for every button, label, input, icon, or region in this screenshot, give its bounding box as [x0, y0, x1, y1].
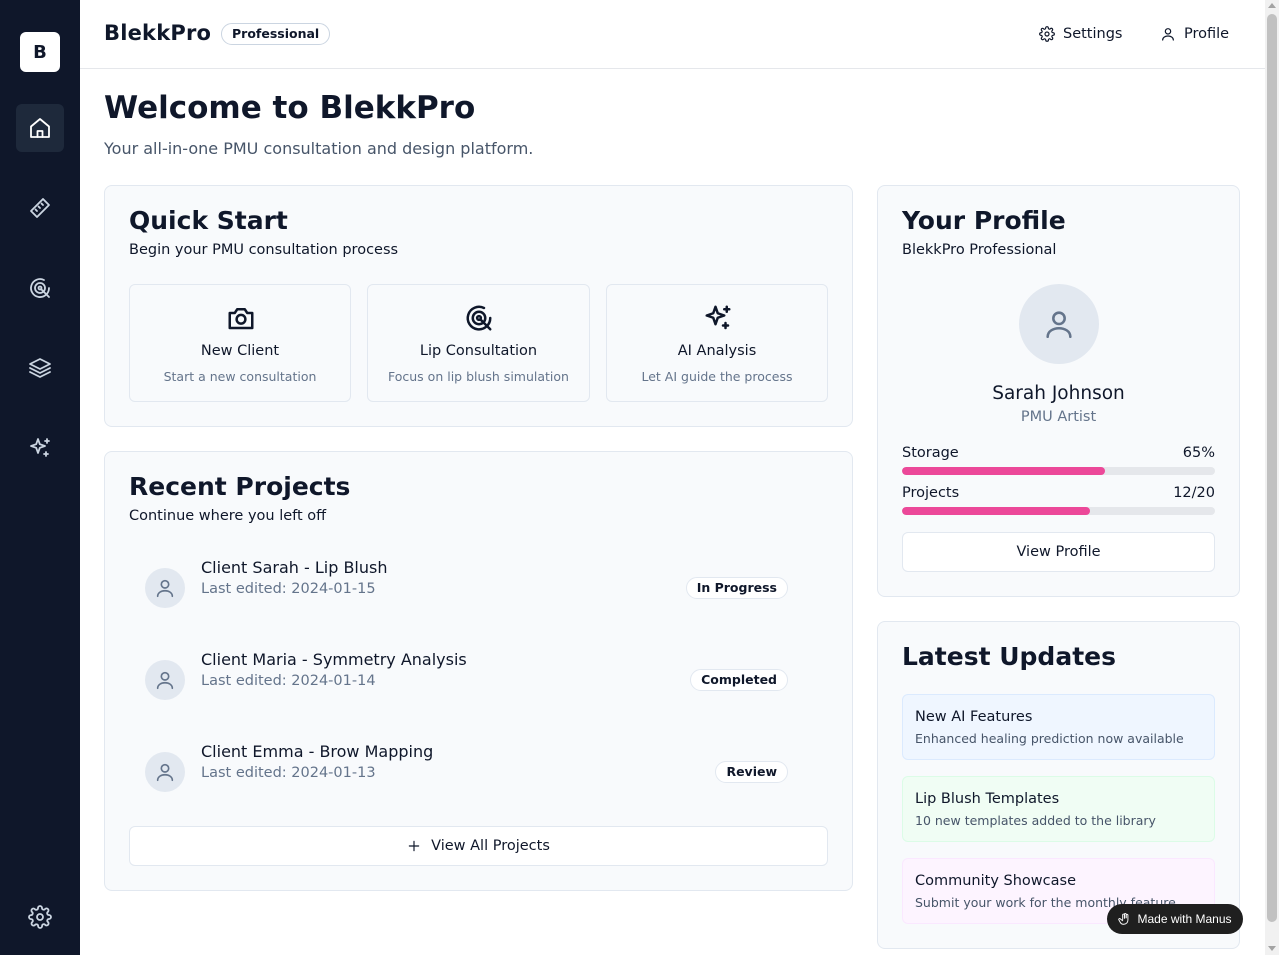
tile-label: New Client: [200, 343, 280, 359]
status-badge: Completed: [690, 669, 788, 691]
tile-description: Start a new consultation: [163, 369, 317, 384]
scroll-down-arrow[interactable]: [1268, 946, 1276, 951]
quick-start-title: Quick Start: [129, 206, 288, 235]
recent-projects-title: Recent Projects: [129, 472, 351, 501]
project-name: Client Sarah - Lip Blush: [201, 558, 388, 577]
new-client-tile[interactable]: New Client Start a new consultation: [129, 284, 351, 402]
update-title: New AI Features: [915, 709, 1033, 725]
sidebar-item-measure[interactable]: [16, 184, 64, 232]
latest-updates-title: Latest Updates: [902, 642, 1116, 671]
target-icon: [30, 278, 50, 298]
projects-value: 12/20: [1173, 485, 1215, 501]
sidebar: B: [0, 0, 80, 955]
gear-icon: [28, 905, 52, 929]
update-description: Enhanced healing prediction now availabl…: [915, 731, 1184, 746]
view-profile-button[interactable]: View Profile: [902, 532, 1215, 572]
storage-value: 65%: [1182, 445, 1215, 461]
profile-card-title: Your Profile: [902, 206, 1066, 235]
home-icon: [30, 118, 50, 138]
status-badge: Review: [715, 761, 788, 783]
profile-name: Sarah Johnson: [992, 383, 1125, 404]
update-item[interactable]: New AI Features Enhanced healing predict…: [902, 694, 1215, 760]
project-name: Client Emma - Brow Mapping: [201, 742, 434, 761]
target-icon: [466, 305, 492, 331]
gear-icon: [1039, 26, 1055, 42]
quick-start-subtitle: Begin your PMU consultation process: [129, 242, 399, 258]
profile-button[interactable]: Profile: [1160, 22, 1229, 46]
page-title: Welcome to BlekkPro: [104, 90, 476, 126]
storage-progress-bar: [902, 467, 1215, 475]
status-badge: In Progress: [685, 577, 788, 599]
recent-projects-subtitle: Continue where you left off: [129, 508, 327, 524]
projects-label: Projects: [902, 485, 960, 501]
camera-icon: [228, 308, 254, 330]
profile-card-subtitle: BlekkPro Professional: [902, 242, 1057, 258]
latest-updates-card: Latest Updates New AI Features Enhanced …: [877, 621, 1240, 949]
settings-button[interactable]: Settings: [1039, 22, 1122, 46]
page-scrollbar[interactable]: [1265, 0, 1279, 955]
project-row[interactable]: Client Sarah - Lip Blush Last edited: 20…: [121, 558, 804, 628]
profile-card: Your Profile BlekkPro Professional Sarah…: [877, 185, 1240, 597]
app-logo[interactable]: B: [20, 32, 60, 72]
project-date: Last edited: 2024-01-14: [201, 673, 376, 689]
sparkles-icon: [705, 305, 731, 330]
project-name: Client Maria - Symmetry Analysis: [201, 650, 467, 669]
avatar: [145, 568, 185, 608]
sidebar-item-home[interactable]: [16, 104, 64, 152]
sidebar-item-layers[interactable]: [16, 344, 64, 392]
project-row[interactable]: Client Emma - Brow Mapping Last edited: …: [121, 742, 804, 812]
profile-label: Profile: [1184, 26, 1230, 42]
sidebar-item-settings[interactable]: [16, 893, 64, 941]
project-row[interactable]: Client Maria - Symmetry Analysis Last ed…: [121, 650, 804, 720]
top-header: BlekkPro Professional Settings Profile: [80, 0, 1265, 69]
hand-icon: [1118, 912, 1129, 925]
quick-start-card: Quick Start Begin your PMU consultation …: [104, 185, 853, 427]
sparkles-icon: [30, 438, 50, 457]
made-with-badge[interactable]: Made with Manus: [1107, 904, 1243, 934]
ai-analysis-tile[interactable]: AI Analysis Let AI guide the process: [606, 284, 828, 402]
ruler-icon: [30, 198, 50, 218]
app-name: BlekkPro: [104, 21, 212, 45]
settings-label: Settings: [1063, 26, 1123, 42]
plus-icon: [408, 840, 420, 852]
projects-progress-fill: [902, 507, 1090, 515]
update-title: Lip Blush Templates: [915, 791, 1060, 807]
scroll-thumb[interactable]: [1267, 14, 1277, 922]
tile-description: Let AI guide the process: [641, 369, 793, 384]
update-item[interactable]: Lip Blush Templates 10 new templates add…: [902, 776, 1215, 842]
user-icon: [156, 763, 174, 782]
project-date: Last edited: 2024-01-13: [201, 765, 376, 781]
plan-badge: Professional: [221, 23, 331, 45]
scroll-up-arrow[interactable]: [1268, 3, 1276, 8]
view-all-projects-button[interactable]: View All Projects: [129, 826, 828, 866]
tile-label: AI Analysis: [677, 343, 757, 359]
avatar: [145, 660, 185, 700]
user-icon: [1046, 311, 1072, 339]
avatar: [145, 752, 185, 792]
view-all-label: View All Projects: [431, 838, 550, 854]
tile-description: Focus on lip blush simulation: [388, 369, 569, 384]
avatar: [1019, 284, 1099, 364]
sidebar-item-ai[interactable]: [16, 424, 64, 472]
tile-label: Lip Consultation: [419, 343, 538, 359]
user-icon: [1162, 28, 1174, 41]
storage-progress-fill: [902, 467, 1106, 475]
page-subtitle: Your all-in-one PMU consultation and des…: [104, 139, 534, 158]
profile-role: PMU Artist: [1020, 409, 1097, 425]
projects-progress-bar: [902, 507, 1215, 515]
user-icon: [156, 579, 174, 598]
storage-label: Storage: [902, 445, 959, 461]
layers-icon: [29, 358, 51, 378]
recent-projects-card: Recent Projects Continue where you left …: [104, 451, 853, 891]
lip-consultation-tile[interactable]: Lip Consultation Focus on lip blush simu…: [367, 284, 590, 402]
user-icon: [156, 671, 174, 690]
project-date: Last edited: 2024-01-15: [201, 581, 376, 597]
sidebar-item-lip[interactable]: [16, 264, 64, 312]
made-with-label: Made with Manus: [1137, 912, 1232, 926]
update-description: 10 new templates added to the library: [915, 813, 1156, 828]
update-title: Community Showcase: [915, 873, 1076, 889]
